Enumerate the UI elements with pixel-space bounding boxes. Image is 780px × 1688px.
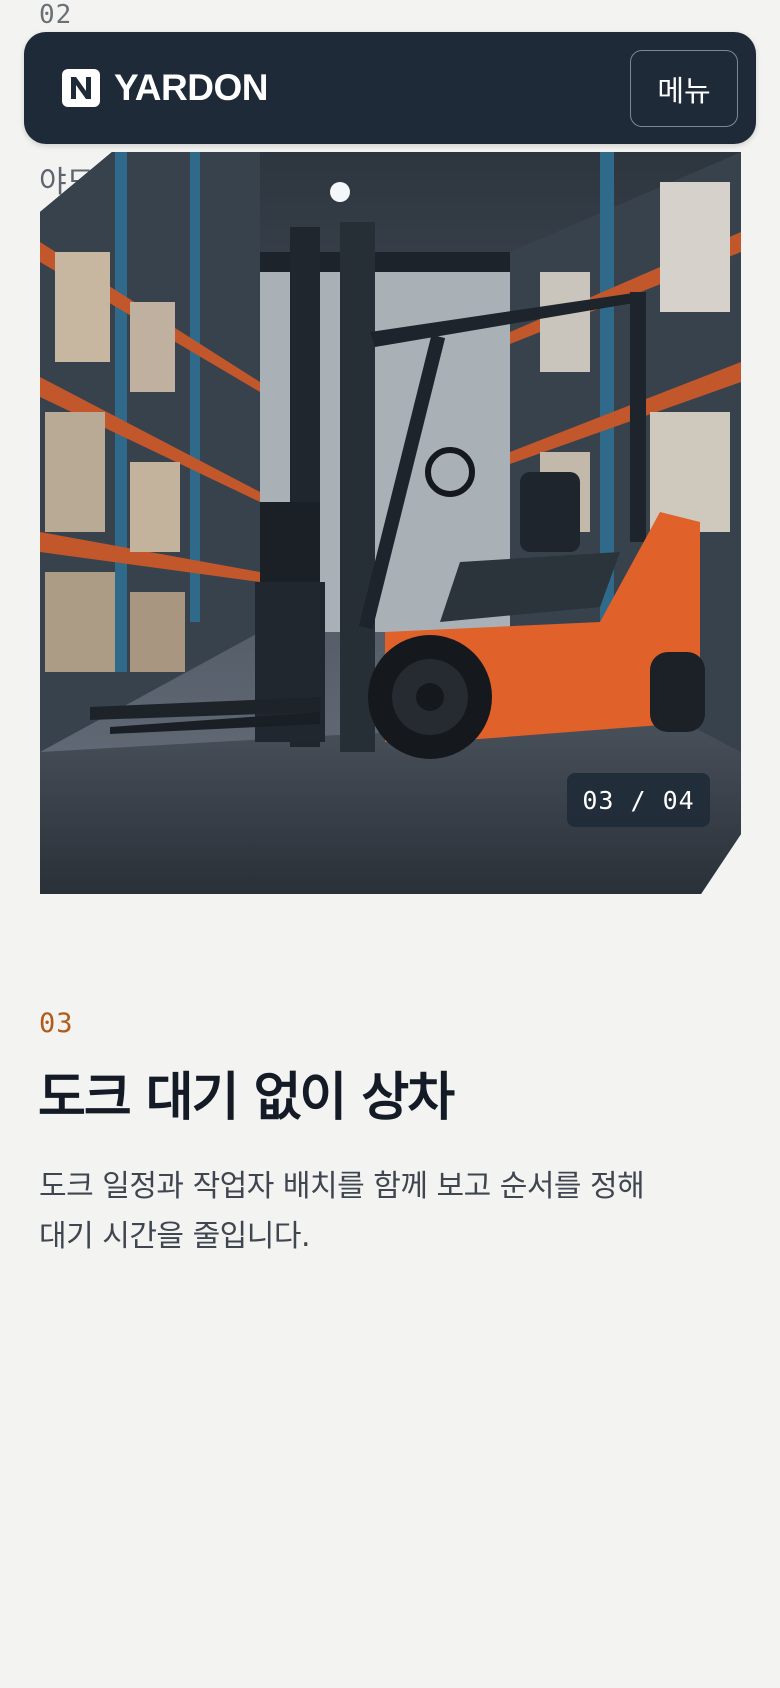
- section-title: 도크 대기 없이 상차: [38, 1068, 455, 1128]
- section-number: 03: [39, 1008, 74, 1039]
- top-header: YARDON 메뉴: [24, 32, 756, 144]
- previous-slide-number: 02: [39, 0, 73, 30]
- menu-button[interactable]: 메뉴: [630, 50, 738, 127]
- section-description: 도크 일정과 작업자 배치를 함께 보고 순서를 정해 대기 시간을 줄입니다.: [39, 1169, 645, 1254]
- brand-name[interactable]: YARDON: [114, 63, 268, 113]
- n-logo-icon: [62, 69, 100, 107]
- slide-counter: 03 / 04: [567, 773, 710, 827]
